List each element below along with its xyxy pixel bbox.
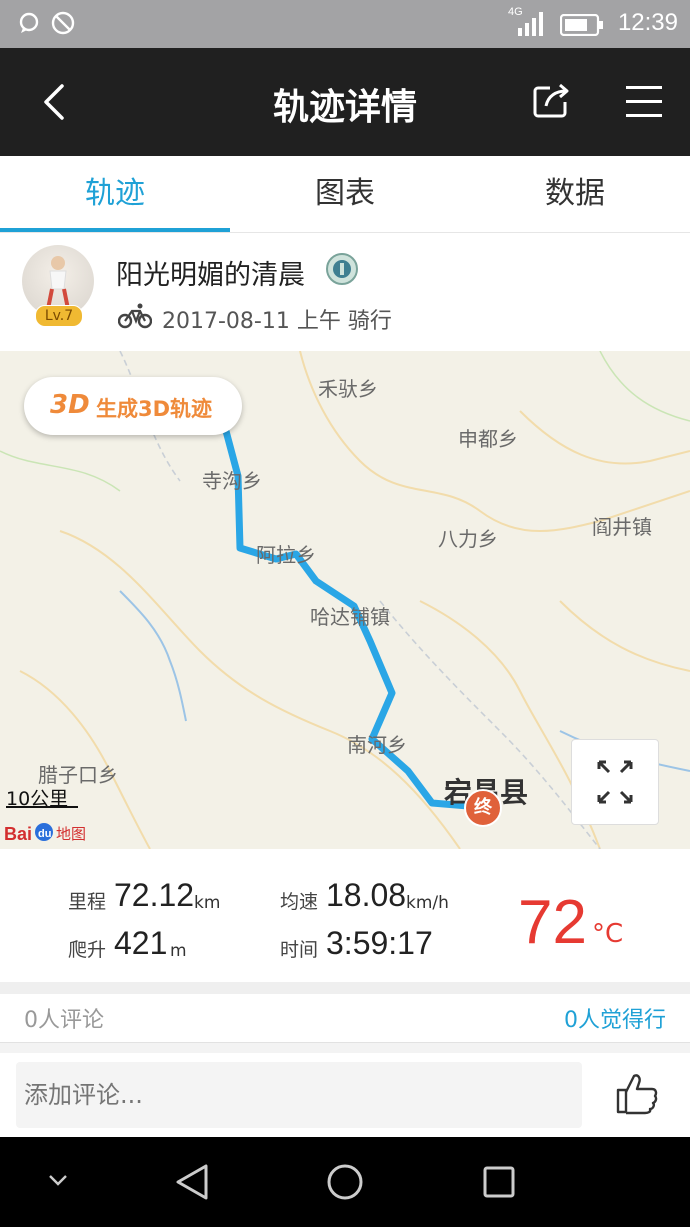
climb-label: 爬升	[68, 939, 107, 961]
page-title: 轨迹详情	[272, 87, 417, 128]
avg-speed-value: 18.08	[326, 877, 407, 913]
divider	[0, 1042, 690, 1053]
3d-badge: 3D	[50, 390, 90, 420]
place-label: 申都乡	[458, 427, 518, 451]
place-label: 哈达铺镇	[310, 605, 390, 629]
tab-bar: 轨迹 图表 数据	[0, 156, 690, 233]
divider	[0, 982, 690, 994]
distance-label: 里程	[68, 891, 107, 913]
map-scale-bar	[6, 806, 78, 808]
app-header: 轨迹详情	[0, 48, 690, 156]
ride-date-type: 2017-08-11 上午 骑行	[162, 309, 392, 334]
temperature-unit: °C	[592, 919, 624, 949]
level-badge: Lv.7	[35, 305, 83, 327]
active-tab-indicator	[0, 228, 230, 232]
system-navigation-bar	[0, 1137, 690, 1227]
distance-unit: km	[194, 893, 221, 913]
climb-value: 421	[114, 925, 168, 961]
tab-data[interactable]: 数据	[460, 156, 690, 232]
user-info: Lv.7 阳光明媚的清晨 2017-08-11 上午 骑行	[0, 233, 690, 351]
like-count[interactable]: 0人觉得行	[564, 1002, 666, 1034]
place-label: 南河乡	[347, 733, 407, 757]
place-label: 阿拉乡	[256, 543, 316, 567]
expand-icon	[597, 760, 633, 804]
clock: 12:39	[617, 9, 678, 36]
nav-home-icon[interactable]	[326, 1163, 364, 1201]
baidu-map-logo: Bai du 地图	[4, 823, 86, 844]
username[interactable]: 阳光明媚的清晨	[116, 253, 305, 292]
share-icon[interactable]	[532, 80, 572, 120]
ride-stats: 里程 72.12 km 均速 18.08 km/h 爬升 421 m 时间 3:…	[0, 849, 690, 982]
distance-value: 72.12	[114, 877, 195, 913]
bicycle-icon	[118, 303, 152, 329]
place-label: 禾驮乡	[318, 377, 378, 401]
svg-text:du: du	[38, 828, 51, 840]
status-bar: 4G 12:39	[0, 0, 690, 48]
comment-count[interactable]: 0人评论	[24, 1002, 104, 1034]
fullscreen-button[interactable]	[571, 739, 659, 825]
thumbs-up-icon[interactable]	[614, 1070, 660, 1116]
avg-speed-unit: km/h	[406, 893, 449, 913]
nav-back-icon[interactable]	[174, 1163, 210, 1201]
battery-icon	[560, 14, 603, 36]
temperature-value: 72	[518, 888, 587, 957]
place-label: 阎井镇	[592, 515, 652, 539]
collapse-chevron-icon[interactable]	[48, 1173, 68, 1187]
menu-icon[interactable]	[624, 84, 664, 120]
end-marker: 终	[464, 789, 502, 827]
tab-chart[interactable]: 图表	[230, 156, 460, 232]
tab-track[interactable]: 轨迹	[0, 156, 230, 232]
place-label: 八力乡	[438, 527, 498, 551]
place-label: 寺沟乡	[202, 469, 262, 493]
social-row: 0人评论 0人觉得行	[0, 994, 690, 1040]
duration-value: 3:59:17	[326, 925, 433, 961]
svg-text:地图: 地图	[56, 825, 86, 843]
avg-speed-label: 均速	[280, 891, 319, 913]
sync-off-icon	[51, 11, 75, 35]
duration-label: 时间	[280, 939, 319, 961]
svg-text:Bai: Bai	[4, 824, 32, 844]
climb-unit: m	[170, 941, 187, 961]
nav-recents-icon[interactable]	[482, 1165, 516, 1199]
signal-icon	[518, 12, 543, 36]
generate-3d-label: 生成3D轨迹	[96, 397, 213, 421]
medal-icon	[326, 253, 358, 285]
message-icon	[19, 12, 39, 33]
comment-input[interactable]	[16, 1062, 582, 1128]
generate-3d-track-button[interactable]: 3D 生成3D轨迹	[24, 377, 242, 435]
end-marker-label: 终	[474, 797, 492, 818]
